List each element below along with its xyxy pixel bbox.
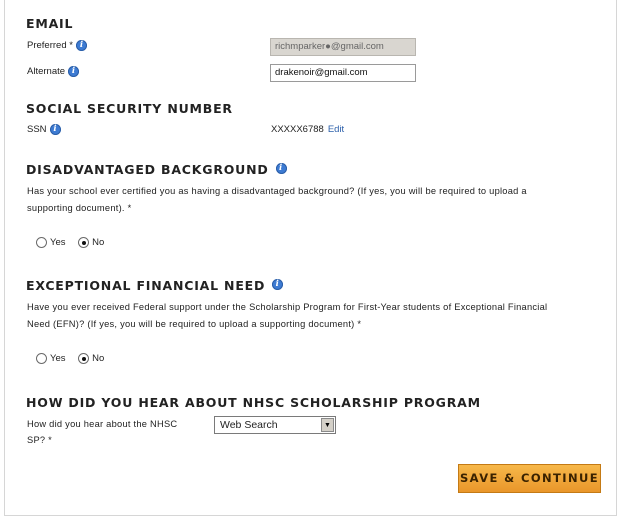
disadvantaged-radio-group: Yes No — [36, 237, 114, 248]
alternate-email-label-text: Alternate — [27, 66, 66, 77]
disadvantaged-title-text: DISADVANTAGED BACKGROUND — [26, 162, 269, 177]
chevron-down-icon[interactable]: ▼ — [321, 418, 334, 432]
email-section-title: EMAIL — [26, 16, 74, 31]
ssn-label-text: SSN — [27, 124, 47, 135]
hear-source-select[interactable]: Web Search ▼ — [214, 416, 336, 434]
financial-no-label[interactable]: No — [92, 353, 104, 364]
save-continue-button[interactable]: SAVE & CONTINUE — [458, 464, 601, 493]
disadvantaged-yes-label[interactable]: Yes — [50, 237, 66, 248]
hear-label-line1: How did you hear about the NHSC — [27, 419, 178, 429]
disadvantaged-question-line2: supporting document). * — [27, 203, 132, 213]
financial-question-line2: Need (EFN)? (If yes, you will be require… — [27, 319, 362, 329]
financial-no-radio[interactable] — [78, 353, 90, 364]
hear-section-title: HOW DID YOU HEAR ABOUT NHSC SCHOLARSHIP … — [26, 395, 481, 410]
financial-yes-label[interactable]: Yes — [50, 353, 66, 364]
ssn-value: XXXXX6788 — [271, 124, 324, 135]
alternate-email-field[interactable]: drakenoir@gmail.com — [270, 64, 416, 82]
preferred-email-label-text: Preferred * — [27, 40, 73, 51]
financial-title-text: EXCEPTIONAL FINANCIAL NEED — [26, 278, 266, 293]
preferred-email-label: Preferred * i — [27, 40, 87, 51]
disadvantaged-no-label[interactable]: No — [92, 237, 104, 248]
disadvantaged-section-title: DISADVANTAGED BACKGROUND i — [26, 162, 287, 177]
ssn-section-title: SOCIAL SECURITY NUMBER — [26, 101, 233, 116]
info-icon[interactable]: i — [275, 163, 287, 174]
preferred-email-field: richmparker●@gmail.com — [270, 38, 416, 56]
financial-yes-radio[interactable] — [36, 353, 47, 364]
hear-label: How did you hear about the NHSC SP? * — [27, 416, 197, 448]
financial-question-line1: Have you ever received Federal support u… — [27, 302, 548, 312]
ssn-label: SSN i — [27, 124, 61, 135]
info-icon[interactable]: i — [272, 279, 284, 290]
info-icon[interactable]: i — [68, 66, 80, 77]
info-icon[interactable]: i — [75, 40, 87, 51]
hear-source-selected: Web Search — [220, 419, 278, 431]
hear-label-line2: SP? * — [27, 435, 53, 445]
disadvantaged-question: Has your school ever certified you as ha… — [27, 183, 597, 217]
financial-radio-group: Yes No — [36, 353, 114, 364]
disadvantaged-no-radio[interactable] — [78, 237, 90, 248]
ssn-value-row: XXXXX6788 Edit — [271, 124, 344, 135]
alternate-email-label: Alternate i — [27, 66, 80, 77]
ssn-edit-link[interactable]: Edit — [328, 124, 344, 135]
disadvantaged-yes-radio[interactable] — [36, 237, 47, 248]
financial-question: Have you ever received Federal support u… — [27, 299, 597, 333]
info-icon[interactable]: i — [49, 124, 61, 135]
disadvantaged-question-line1: Has your school ever certified you as ha… — [27, 186, 527, 196]
financial-section-title: EXCEPTIONAL FINANCIAL NEED i — [26, 278, 284, 293]
